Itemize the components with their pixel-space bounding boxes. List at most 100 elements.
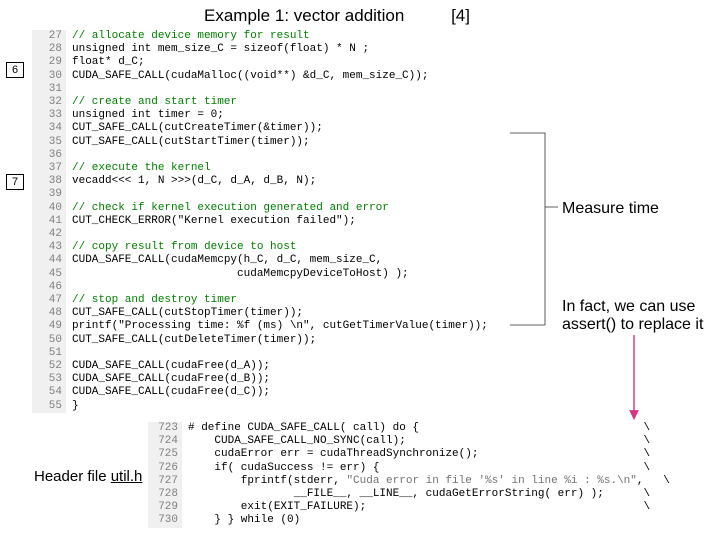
code-text: printf("Processing time: %f (ms) \n", cu… [72, 320, 488, 332]
code-line: 29 float* d_C; [32, 56, 542, 69]
code-line: 727 fprintf(stderr, "Cuda error in file … [148, 475, 708, 488]
title-index: [4] [451, 6, 470, 26]
code-line: 35 CUT_SAFE_CALL(cutStartTimer(timer)); [32, 136, 542, 149]
code-text: float* d_C; [72, 56, 145, 68]
code-line: 49printf("Processing time: %f (ms) \n", … [32, 320, 542, 333]
line-number: 43 [32, 241, 66, 254]
code-line: 36 [32, 149, 542, 162]
line-number: 726 [148, 462, 182, 475]
code-line: 730 } } while (0) [148, 514, 708, 527]
code-line: 44 CUDA_SAFE_CALL(cudaMemcpy(h_C, d_C, me… [32, 254, 542, 267]
annotation-assert-l1: In fact, we can use [562, 298, 695, 315]
line-number: 53 [32, 373, 66, 386]
callout-6: 6 [6, 62, 24, 78]
code-string: "Cuda error in file '%s' in line %i : %s… [346, 475, 636, 487]
line-number: 44 [32, 254, 66, 267]
code-text: CUDA_SAFE_CALL(cudaMemcpy(h_C, d_C, mem_… [72, 254, 382, 266]
code-text: cudaError err = cudaThreadSynchronize();… [188, 448, 650, 460]
footer-label: Header file util.h [34, 468, 142, 485]
code-line: 46 [32, 281, 542, 294]
code-text: CUT_SAFE_CALL(cutDeleteTimer(timer)); [72, 334, 316, 346]
line-number: 723 [148, 422, 182, 435]
code-line: 43 // copy result from device to host [32, 241, 542, 254]
line-number: 729 [148, 501, 182, 514]
code-text: CUDA_SAFE_CALL(cudaMalloc((void**) &d_C,… [72, 70, 428, 82]
annotation-assert: In fact, we can use assert() to replace … [562, 298, 703, 334]
line-number: 34 [32, 122, 66, 135]
code-line: 55} [32, 400, 542, 413]
code-line: 31 [32, 83, 542, 96]
line-number: 51 [32, 347, 66, 360]
footer-file: util.h [111, 468, 143, 485]
line-number: 38 [32, 175, 66, 188]
line-number: 725 [148, 448, 182, 461]
code-text: // check if kernel execution generated a… [72, 202, 389, 214]
line-number: 50 [32, 334, 66, 347]
code-text: CUT_SAFE_CALL(cutStartTimer(timer)); [72, 136, 310, 148]
code-line: 28unsigned int mem_size_C = sizeof(float… [32, 43, 542, 56]
annotation-measure-time: Measure time [562, 200, 659, 218]
code-line: 50 CUT_SAFE_CALL(cutDeleteTimer(timer)); [32, 334, 542, 347]
code-line: 723 # define CUDA_SAFE_CALL( call) do { \ [148, 422, 708, 435]
line-number: 29 [32, 56, 66, 69]
code-line: 37// execute the kernel [32, 162, 542, 175]
line-number: 28 [32, 43, 66, 56]
line-number: 39 [32, 188, 66, 201]
code-text: CUT_SAFE_CALL(cutCreateTimer(&timer)); [72, 122, 323, 134]
line-number: 41 [32, 215, 66, 228]
line-number: 46 [32, 281, 66, 294]
code-line: 724 CUDA_SAFE_CALL_NO_SYNC(call); \ [148, 435, 708, 448]
code-text: CUT_SAFE_CALL(cutStopTimer(timer)); [72, 307, 303, 319]
line-number: 45 [32, 268, 66, 281]
annotation-assert-l2: assert() to replace it [562, 316, 703, 333]
code-line: 729 exit(EXIT_FAILURE); \ [148, 501, 708, 514]
code-line: 38 vecadd<<< 1, N >>>(d_C, d_A, d_B, N); [32, 175, 542, 188]
line-number: 35 [32, 136, 66, 149]
line-number: 727 [148, 475, 182, 488]
code-block-main: 27// allocate device memory for result28… [32, 30, 542, 413]
footer-prefix: Header file [34, 468, 111, 485]
code-text: // create and start timer [72, 96, 237, 108]
code-line: 45 cudaMemcpyDeviceToHost) ); [32, 268, 542, 281]
line-number: 54 [32, 386, 66, 399]
line-number: 42 [32, 228, 66, 241]
code-line: 39 [32, 188, 542, 201]
line-number: 27 [32, 30, 66, 43]
code-text: CUDA_SAFE_CALL(cudaFree(d_C)); [72, 386, 270, 398]
code-line: 54 CUDA_SAFE_CALL(cudaFree(d_C)); [32, 386, 542, 399]
code-text: fprintf(stderr, [188, 475, 346, 487]
line-number: 730 [148, 514, 182, 527]
code-text: exit(EXIT_FAILURE); \ [188, 501, 650, 513]
line-number: 52 [32, 360, 66, 373]
line-number: 37 [32, 162, 66, 175]
code-line: 27// allocate device memory for result [32, 30, 542, 43]
code-text: } } while (0) [188, 514, 300, 526]
line-number: 728 [148, 488, 182, 501]
code-line: 725 cudaError err = cudaThreadSynchroniz… [148, 448, 708, 461]
line-number: 724 [148, 435, 182, 448]
code-block-macro: 723 # define CUDA_SAFE_CALL( call) do { \… [148, 422, 708, 528]
code-text: CUDA_SAFE_CALL(cudaFree(d_B)); [72, 373, 270, 385]
code-line: 33unsigned int timer = 0; [32, 109, 542, 122]
code-line: 32 // create and start timer [32, 96, 542, 109]
callout-7: 7 [6, 174, 24, 190]
line-number: 36 [32, 149, 66, 162]
line-number: 40 [32, 202, 66, 215]
code-line: 728 __FILE__, __LINE__, cudaGetErrorStri… [148, 488, 708, 501]
line-number: 47 [32, 294, 66, 307]
code-text: __FILE__, __LINE__, cudaGetErrorString( … [188, 488, 650, 500]
line-number: 33 [32, 109, 66, 122]
code-text: CUT_CHECK_ERROR("Kernel execution failed… [72, 215, 356, 227]
code-text: vecadd<<< 1, N >>>(d_C, d_A, d_B, N); [72, 175, 316, 187]
code-text: // copy result from device to host [72, 241, 296, 253]
code-text: # define CUDA_SAFE_CALL( call) do { \ [188, 422, 650, 434]
line-number: 32 [32, 96, 66, 109]
code-line: 34 CUT_SAFE_CALL(cutCreateTimer(&timer)); [32, 122, 542, 135]
code-line: 40 // check if kernel execution generated… [32, 202, 542, 215]
code-text: , \ [637, 475, 670, 487]
code-line: 41 CUT_CHECK_ERROR("Kernel execution fail… [32, 215, 542, 228]
code-text: // stop and destroy timer [72, 294, 237, 306]
code-line: 726 if( cudaSuccess != err) { \ [148, 462, 708, 475]
slide-title: Example 1: vector addition [4] [0, 6, 720, 26]
code-text: if( cudaSuccess != err) { \ [188, 462, 650, 474]
